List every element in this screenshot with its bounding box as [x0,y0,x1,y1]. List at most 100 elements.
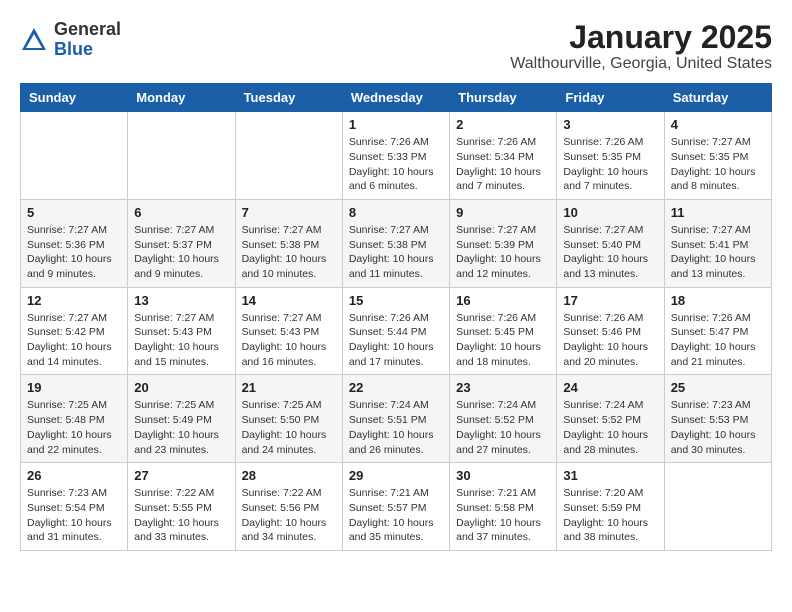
day-number: 27 [134,468,228,483]
calendar-cell: 30Sunrise: 7:21 AM Sunset: 5:58 PM Dayli… [450,463,557,551]
calendar-cell: 19Sunrise: 7:25 AM Sunset: 5:48 PM Dayli… [21,375,128,463]
day-number: 4 [671,117,765,132]
day-info: Sunrise: 7:27 AM Sunset: 5:42 PM Dayligh… [27,311,121,370]
day-number: 17 [563,293,657,308]
calendar-cell: 15 Sunrise: 7:26 AM Sunset: 5:44 PM Dayli… [342,287,449,375]
calendar-body: 1 Sunrise: 7:26 AM Sunset: 5:33 PM Daylig… [21,112,772,551]
day-info: Sunrise: 7:26 AM Sunset: 5:33 PM Dayligh… [349,135,443,194]
calendar-cell: 16 Sunrise: 7:26 AM Sunset: 5:45 PM Dayli… [450,287,557,375]
calendar-cell [128,112,235,200]
weekday-header-monday: Monday [128,84,235,112]
day-info: Sunrise: 7:27 AM Sunset: 5:41 PM Dayligh… [671,223,765,282]
calendar-cell: 17 Sunrise: 7:26 AM Sunset: 5:46 PM Dayli… [557,287,664,375]
day-info: Sunrise: 7:26 AM Sunset: 5:44 PM Dayligh… [349,311,443,370]
day-info: Sunrise: 7:25 AM Sunset: 5:48 PM Dayligh… [27,398,121,457]
calendar-table: SundayMondayTuesdayWednesdayThursdayFrid… [20,83,772,551]
calendar-cell [21,112,128,200]
day-number: 30 [456,468,550,483]
day-number: 3 [563,117,657,132]
day-number: 26 [27,468,121,483]
day-info: Sunrise: 7:27 AM Sunset: 5:40 PM Dayligh… [563,223,657,282]
day-number: 11 [671,205,765,220]
day-info: Sunrise: 7:26 AM Sunset: 5:47 PM Dayligh… [671,311,765,370]
calendar-cell [235,112,342,200]
day-info: Sunrise: 7:26 AM Sunset: 5:35 PM Dayligh… [563,135,657,194]
day-info: Sunrise: 7:24 AM Sunset: 5:52 PM Dayligh… [456,398,550,457]
logo-general-text: General [54,19,121,39]
calendar-cell: 23 Sunrise: 7:24 AM Sunset: 5:52 PM Dayli… [450,375,557,463]
day-info: Sunrise: 7:27 AM Sunset: 5:43 PM Dayligh… [134,311,228,370]
month-title: January 2025 [510,20,772,55]
day-info: Sunrise: 7:26 AM Sunset: 5:45 PM Dayligh… [456,311,550,370]
weekday-header-saturday: Saturday [664,84,771,112]
calendar-header-row: SundayMondayTuesdayWednesdayThursdayFrid… [21,84,772,112]
weekday-header-wednesday: Wednesday [342,84,449,112]
calendar-week-row: 26 Sunrise: 7:23 AM Sunset: 5:54 PM Dayli… [21,463,772,551]
calendar-cell: 11 Sunrise: 7:27 AM Sunset: 5:41 PM Dayli… [664,199,771,287]
day-info: Sunrise: 7:22 AM Sunset: 5:56 PM Dayligh… [242,486,336,545]
day-info: Sunrise: 7:27 AM Sunset: 5:36 PM Dayligh… [27,223,121,282]
day-number: 16 [456,293,550,308]
calendar-cell: 22 Sunrise: 7:24 AM Sunset: 5:51 PM Dayli… [342,375,449,463]
calendar-cell [664,463,771,551]
logo-text: General Blue [54,20,121,60]
calendar-cell: 31Sunrise: 7:20 AM Sunset: 5:59 PM Dayli… [557,463,664,551]
day-info: Sunrise: 7:27 AM Sunset: 5:37 PM Dayligh… [134,223,228,282]
calendar-cell: 27 Sunrise: 7:22 AM Sunset: 5:55 PM Dayli… [128,463,235,551]
day-number: 12 [27,293,121,308]
location-title: Walthourville, Georgia, United States [510,55,772,73]
calendar-cell: 24Sunrise: 7:24 AM Sunset: 5:52 PM Dayli… [557,375,664,463]
calendar-cell: 12 Sunrise: 7:27 AM Sunset: 5:42 PM Dayli… [21,287,128,375]
weekday-header-tuesday: Tuesday [235,84,342,112]
day-number: 22 [349,380,443,395]
calendar-cell: 3 Sunrise: 7:26 AM Sunset: 5:35 PM Daylig… [557,112,664,200]
calendar-week-row: 12 Sunrise: 7:27 AM Sunset: 5:42 PM Dayli… [21,287,772,375]
day-number: 15 [349,293,443,308]
day-info: Sunrise: 7:23 AM Sunset: 5:53 PM Dayligh… [671,398,765,457]
header: General Blue January 2025 Walthourville,… [20,20,772,73]
day-number: 28 [242,468,336,483]
calendar-cell: 6Sunrise: 7:27 AM Sunset: 5:37 PM Daylig… [128,199,235,287]
calendar-week-row: 19Sunrise: 7:25 AM Sunset: 5:48 PM Dayli… [21,375,772,463]
calendar-cell: 26 Sunrise: 7:23 AM Sunset: 5:54 PM Dayli… [21,463,128,551]
calendar-cell: 20Sunrise: 7:25 AM Sunset: 5:49 PM Dayli… [128,375,235,463]
day-info: Sunrise: 7:22 AM Sunset: 5:55 PM Dayligh… [134,486,228,545]
day-info: Sunrise: 7:27 AM Sunset: 5:35 PM Dayligh… [671,135,765,194]
day-info: Sunrise: 7:27 AM Sunset: 5:38 PM Dayligh… [242,223,336,282]
day-info: Sunrise: 7:26 AM Sunset: 5:46 PM Dayligh… [563,311,657,370]
day-number: 1 [349,117,443,132]
weekday-header-sunday: Sunday [21,84,128,112]
calendar-week-row: 5 Sunrise: 7:27 AM Sunset: 5:36 PM Daylig… [21,199,772,287]
day-info: Sunrise: 7:24 AM Sunset: 5:51 PM Dayligh… [349,398,443,457]
day-info: Sunrise: 7:27 AM Sunset: 5:39 PM Dayligh… [456,223,550,282]
calendar-cell: 14Sunrise: 7:27 AM Sunset: 5:43 PM Dayli… [235,287,342,375]
weekday-header-thursday: Thursday [450,84,557,112]
calendar-cell: 5 Sunrise: 7:27 AM Sunset: 5:36 PM Daylig… [21,199,128,287]
weekday-header-friday: Friday [557,84,664,112]
logo: General Blue [20,20,121,60]
day-info: Sunrise: 7:24 AM Sunset: 5:52 PM Dayligh… [563,398,657,457]
calendar-cell: 9 Sunrise: 7:27 AM Sunset: 5:39 PM Daylig… [450,199,557,287]
calendar-cell: 28 Sunrise: 7:22 AM Sunset: 5:56 PM Dayli… [235,463,342,551]
day-number: 31 [563,468,657,483]
calendar-cell: 1 Sunrise: 7:26 AM Sunset: 5:33 PM Daylig… [342,112,449,200]
calendar-cell: 4 Sunrise: 7:27 AM Sunset: 5:35 PM Daylig… [664,112,771,200]
calendar-cell: 7Sunrise: 7:27 AM Sunset: 5:38 PM Daylig… [235,199,342,287]
calendar-cell: 8Sunrise: 7:27 AM Sunset: 5:38 PM Daylig… [342,199,449,287]
day-number: 21 [242,380,336,395]
day-number: 29 [349,468,443,483]
calendar-cell: 13Sunrise: 7:27 AM Sunset: 5:43 PM Dayli… [128,287,235,375]
day-number: 14 [242,293,336,308]
day-number: 23 [456,380,550,395]
logo-icon [20,26,48,54]
day-info: Sunrise: 7:23 AM Sunset: 5:54 PM Dayligh… [27,486,121,545]
day-number: 10 [563,205,657,220]
calendar-cell: 2Sunrise: 7:26 AM Sunset: 5:34 PM Daylig… [450,112,557,200]
calendar-cell: 25Sunrise: 7:23 AM Sunset: 5:53 PM Dayli… [664,375,771,463]
day-info: Sunrise: 7:27 AM Sunset: 5:38 PM Dayligh… [349,223,443,282]
day-number: 5 [27,205,121,220]
day-info: Sunrise: 7:21 AM Sunset: 5:57 PM Dayligh… [349,486,443,545]
day-number: 9 [456,205,550,220]
calendar-cell: 10 Sunrise: 7:27 AM Sunset: 5:40 PM Dayli… [557,199,664,287]
day-info: Sunrise: 7:25 AM Sunset: 5:49 PM Dayligh… [134,398,228,457]
